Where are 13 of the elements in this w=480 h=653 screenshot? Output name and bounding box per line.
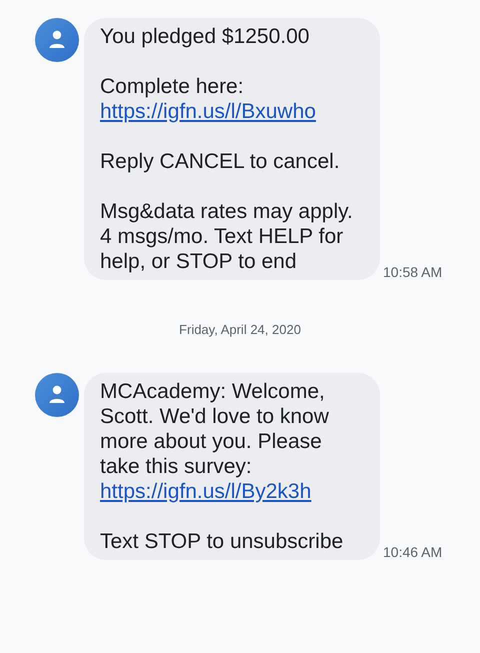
avatar-icon [35,18,79,62]
message-time: 10:58 AM [383,264,442,280]
message-link[interactable]: https://igfn.us/l/By2k3h [100,479,366,504]
message-text: Text STOP to unsubscribe [100,529,344,554]
message-time: 10:46 AM [383,544,442,560]
message-text: You pledged $1250.00 [100,24,310,49]
message-link[interactable]: https://igfn.us/l/Bxuwho [100,99,366,124]
date-separator: Friday, April 24, 2020 [179,322,301,337]
message-text: Complete here: [100,74,245,99]
avatar-icon [35,373,79,417]
message-text: Reply CANCEL to cancel. [100,149,341,174]
message-text: MCAcademy: Welcome, Scott. We'd love to know more about you. Please take this survey: [100,379,330,479]
message-text: Msg&data rates may apply. 4 msgs/mo. Text HELP for help, or STOP to end [100,199,354,274]
